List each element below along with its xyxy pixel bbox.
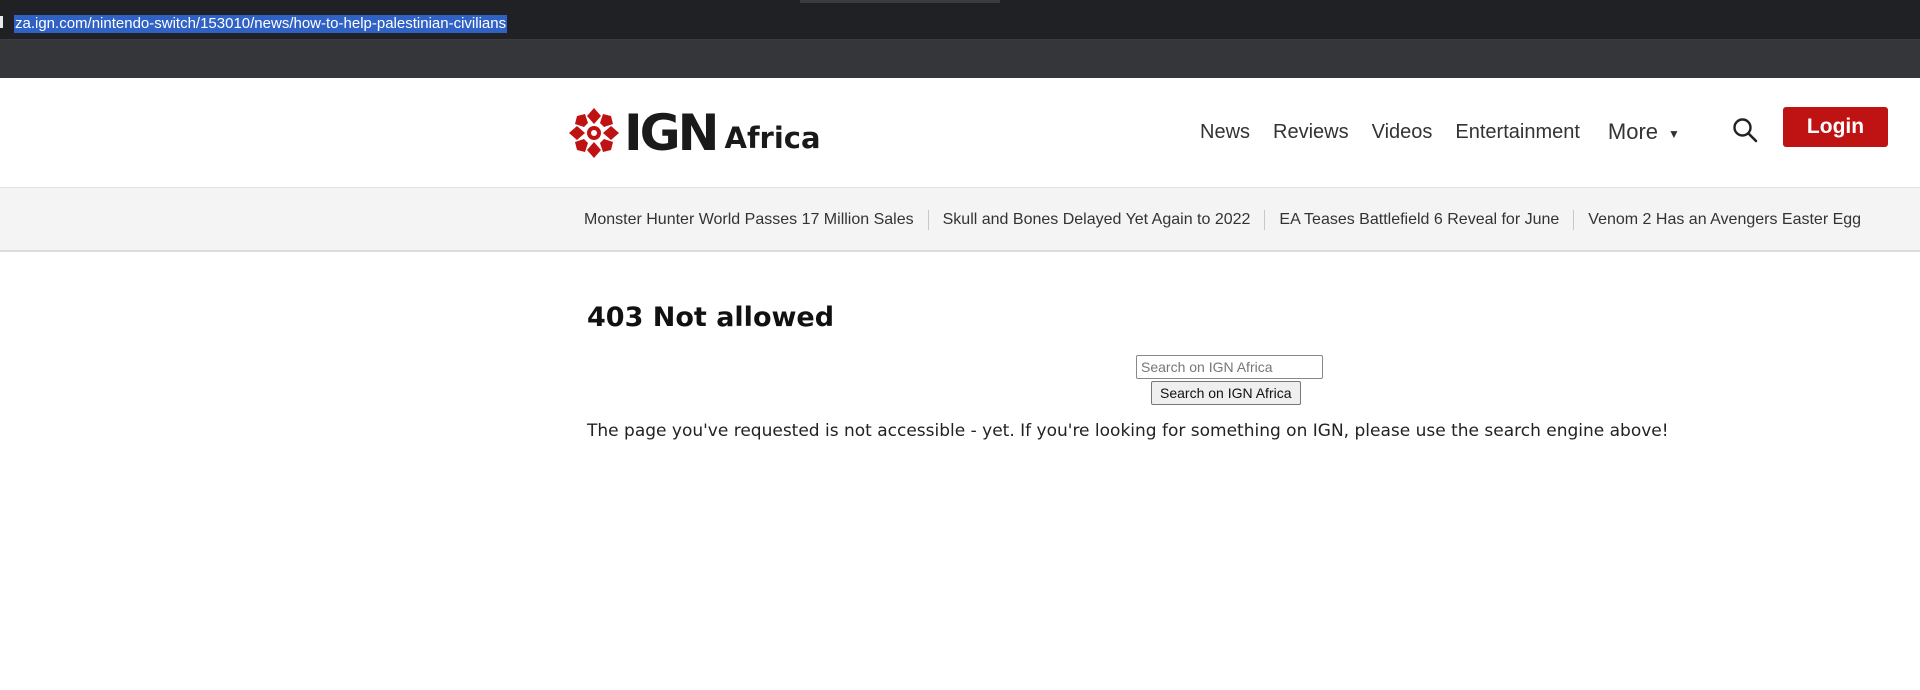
trending-list: Monster Hunter World Passes 17 Million S… — [584, 210, 1875, 230]
ign-logo-icon — [569, 108, 619, 158]
error-message: The page you've requested is not accessi… — [587, 421, 1669, 441]
nav-more-dropdown[interactable]: More ▼ — [1608, 119, 1680, 145]
trending-bar: Monster Hunter World Passes 17 Million S… — [0, 188, 1920, 252]
trending-link[interactable]: Monster Hunter World Passes 17 Million S… — [584, 210, 928, 230]
nav-link-news[interactable]: News — [1200, 121, 1250, 144]
trending-link[interactable]: Skull and Bones Delayed Yet Again to 202… — [927, 210, 1265, 230]
login-button[interactable]: Login — [1783, 107, 1888, 147]
main-nav: News Reviews Videos Entertainment More ▼ — [1200, 114, 1680, 150]
search-icon — [1733, 118, 1758, 143]
search-input[interactable] — [1136, 355, 1323, 379]
chevron-down-icon: ▼ — [1668, 126, 1680, 141]
logo-wordmark: IGN — [624, 104, 719, 162]
logo-region: Africa — [724, 121, 821, 155]
page-title: 403 Not allowed — [587, 302, 835, 333]
site-header: IGN Africa News Reviews Videos Entertain… — [0, 78, 1920, 188]
url-text[interactable]: za.ign.com/nintendo-switch/153010/news/h… — [14, 15, 508, 33]
bookmarks-bar — [0, 40, 1920, 78]
site-logo[interactable]: IGN Africa — [568, 105, 821, 161]
search-submit-button[interactable]: Search on IGN Africa — [1151, 381, 1301, 405]
nav-more-label: More — [1607, 119, 1659, 144]
browser-tab[interactable] — [800, 0, 1000, 3]
trending-link[interactable]: Venom 2 Has an Avengers Easter Egg — [1573, 210, 1875, 230]
site-search-form: Search on IGN Africa — [1136, 355, 1323, 405]
search-button[interactable] — [1731, 116, 1759, 144]
site-info-icon[interactable] — [0, 16, 3, 28]
nav-link-videos[interactable]: Videos — [1372, 121, 1433, 144]
address-bar[interactable]: za.ign.com/nintendo-switch/153010/news/h… — [0, 6, 1920, 40]
trending-link[interactable]: EA Teases Battlefield 6 Reveal for June — [1264, 210, 1573, 230]
nav-link-reviews[interactable]: Reviews — [1273, 121, 1349, 144]
nav-link-entertainment[interactable]: Entertainment — [1455, 121, 1580, 144]
